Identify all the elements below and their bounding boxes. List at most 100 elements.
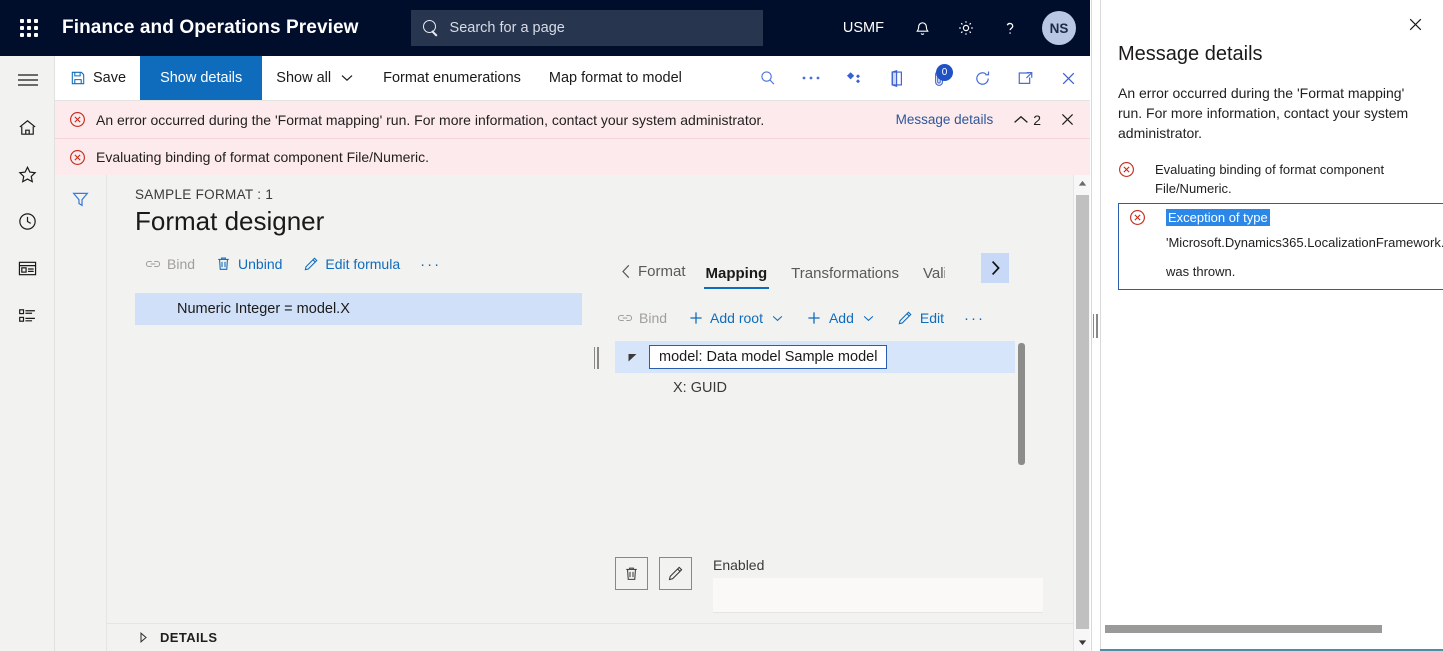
- filter-icon[interactable]: [69, 187, 93, 211]
- chevron-down-icon: [860, 310, 877, 327]
- save-icon: [69, 70, 86, 87]
- edit-formula-label: Edit formula: [325, 256, 400, 272]
- bind-button[interactable]: Bind: [135, 250, 204, 278]
- exception-tail-line: was thrown.: [1166, 262, 1443, 282]
- details-section-header[interactable]: DETAILS: [107, 623, 1090, 651]
- enabled-field-group: Enabled: [713, 557, 1043, 613]
- splitter-grip-icon: [594, 347, 599, 369]
- delete-button[interactable]: [615, 557, 648, 590]
- personalize-diamond-icon[interactable]: [832, 56, 875, 100]
- search-input[interactable]: Search for a page: [411, 10, 763, 46]
- mapping-bottom-tools: Enabled: [615, 557, 1043, 613]
- flyout-summary: An error occurred during the 'Format map…: [1118, 84, 1429, 144]
- bell-icon[interactable]: [902, 8, 942, 48]
- tree-row[interactable]: model: Data model Sample model: [615, 341, 1015, 373]
- tab-validations[interactable]: Validations: [911, 265, 945, 289]
- scrollbar-thumb[interactable]: [1105, 625, 1382, 633]
- format-overflow-button[interactable]: ···: [411, 250, 450, 278]
- message-details-link[interactable]: Message details: [896, 112, 994, 127]
- list-item[interactable]: Evaluating binding of format component F…: [1118, 158, 1429, 201]
- map-format-to-model-button[interactable]: Map format to model: [535, 56, 696, 100]
- workspace-icon[interactable]: [0, 245, 55, 292]
- question-icon[interactable]: [990, 8, 1030, 48]
- clock-icon[interactable]: [0, 198, 55, 245]
- tree-node-child[interactable]: X: GUID: [615, 380, 1025, 396]
- save-label: Save: [93, 70, 126, 86]
- company-selector[interactable]: USMF: [829, 20, 898, 36]
- expand-triangle-icon[interactable]: [623, 352, 641, 363]
- pencil-icon: [897, 310, 914, 327]
- edit-pencil-button[interactable]: [659, 557, 692, 590]
- scroll-down-icon[interactable]: [1074, 634, 1090, 651]
- list-item-selected[interactable]: Exception of type 'Microsoft.Dynamics365…: [1118, 203, 1443, 291]
- add-root-label: Add root: [710, 310, 763, 326]
- flyout-body: An error occurred during the 'Format map…: [1100, 66, 1443, 290]
- waffle-icon[interactable]: [10, 9, 48, 47]
- close-icon[interactable]: [1401, 10, 1429, 38]
- scrollbar-thumb[interactable]: [1076, 195, 1089, 629]
- page-header: SAMPLE FORMAT : 1 Format designer: [107, 175, 1090, 237]
- edit-button[interactable]: Edit: [888, 304, 953, 332]
- search-icon[interactable]: [746, 56, 789, 100]
- tree-node-root[interactable]: model: Data model Sample model: [649, 345, 887, 369]
- show-details-button[interactable]: Show details: [140, 56, 262, 100]
- flyout-left-border: [1100, 0, 1101, 651]
- tab-transformations[interactable]: Transformations: [779, 265, 911, 289]
- app-brand-title: Finance and Operations Preview: [62, 17, 359, 39]
- format-toolbar: Bind Unbind: [135, 247, 585, 281]
- scroll-up-icon[interactable]: [1074, 175, 1090, 192]
- page-content: SAMPLE FORMAT : 1 Format designer: [107, 175, 1090, 651]
- show-all-button[interactable]: Show all: [262, 56, 369, 100]
- unbind-button[interactable]: Unbind: [206, 250, 291, 278]
- add-root-button[interactable]: Add root: [678, 304, 795, 332]
- attachments-icon[interactable]: 0: [918, 56, 961, 100]
- mapping-bind-button[interactable]: Bind: [607, 304, 676, 332]
- home-icon[interactable]: [0, 104, 55, 151]
- add-button[interactable]: Add: [797, 304, 886, 332]
- save-button[interactable]: Save: [55, 56, 140, 100]
- edit-formula-button[interactable]: Edit formula: [293, 250, 409, 278]
- office-app-icon[interactable]: [875, 56, 918, 100]
- tab-mapping[interactable]: Mapping: [694, 265, 780, 289]
- flyout-title: Message details: [1100, 0, 1443, 66]
- tabs-next-icon[interactable]: [981, 253, 1009, 283]
- enabled-input[interactable]: [713, 578, 1043, 613]
- tree-scrollbar-thumb[interactable]: [1018, 343, 1025, 465]
- unbind-label: Unbind: [238, 256, 282, 272]
- top-navigation-bar: Finance and Operations Preview Search fo…: [0, 0, 1090, 56]
- avatar[interactable]: NS: [1042, 11, 1076, 45]
- left-navigation-rail: [0, 56, 55, 651]
- trash-icon: [215, 256, 232, 273]
- top-nav-right-group: USMF: [829, 8, 1076, 48]
- close-page-icon[interactable]: [1047, 56, 1090, 100]
- mapping-toolbar: Bind Add root: [607, 301, 1037, 335]
- open-in-new-window-icon[interactable]: [1004, 56, 1047, 100]
- gear-icon[interactable]: [946, 8, 986, 48]
- message-row: Evaluating binding of format component F…: [55, 138, 1090, 175]
- overflow-ellipsis-icon[interactable]: [789, 56, 832, 100]
- error-icon: [1118, 161, 1135, 178]
- list-icon[interactable]: [0, 292, 55, 339]
- pane-splitter[interactable]: [585, 247, 607, 469]
- hamburger-icon[interactable]: [0, 56, 55, 104]
- page-title: Format designer: [135, 206, 1090, 237]
- breadcrumb: SAMPLE FORMAT : 1: [135, 187, 1090, 202]
- star-icon[interactable]: [0, 151, 55, 198]
- flyout-horizontal-scrollbar[interactable]: [1100, 623, 1443, 635]
- exception-highlighted-text: Exception of type: [1166, 209, 1270, 226]
- flyout-splitter[interactable]: [1090, 0, 1100, 651]
- mapping-overflow-button[interactable]: ···: [955, 304, 994, 332]
- main-vertical-scrollbar[interactable]: [1073, 175, 1090, 651]
- format-enumerations-button[interactable]: Format enumerations: [369, 56, 535, 100]
- refresh-icon[interactable]: [961, 56, 1004, 100]
- link-icon: [144, 256, 161, 273]
- tab-format[interactable]: Format: [607, 263, 694, 289]
- message-text: Evaluating binding of format component F…: [96, 149, 429, 165]
- pencil-icon: [302, 256, 319, 273]
- tab-format-label: Format: [638, 263, 686, 280]
- message-bar: An error occurred during the 'Format map…: [55, 101, 1090, 175]
- pane-tabs: Format Mapping Transformations Validatio…: [607, 247, 1037, 289]
- message-collapse-toggle[interactable]: 2: [1013, 112, 1041, 128]
- format-binding-row[interactable]: Numeric Integer = model.X: [135, 293, 582, 325]
- close-icon[interactable]: [1059, 111, 1076, 128]
